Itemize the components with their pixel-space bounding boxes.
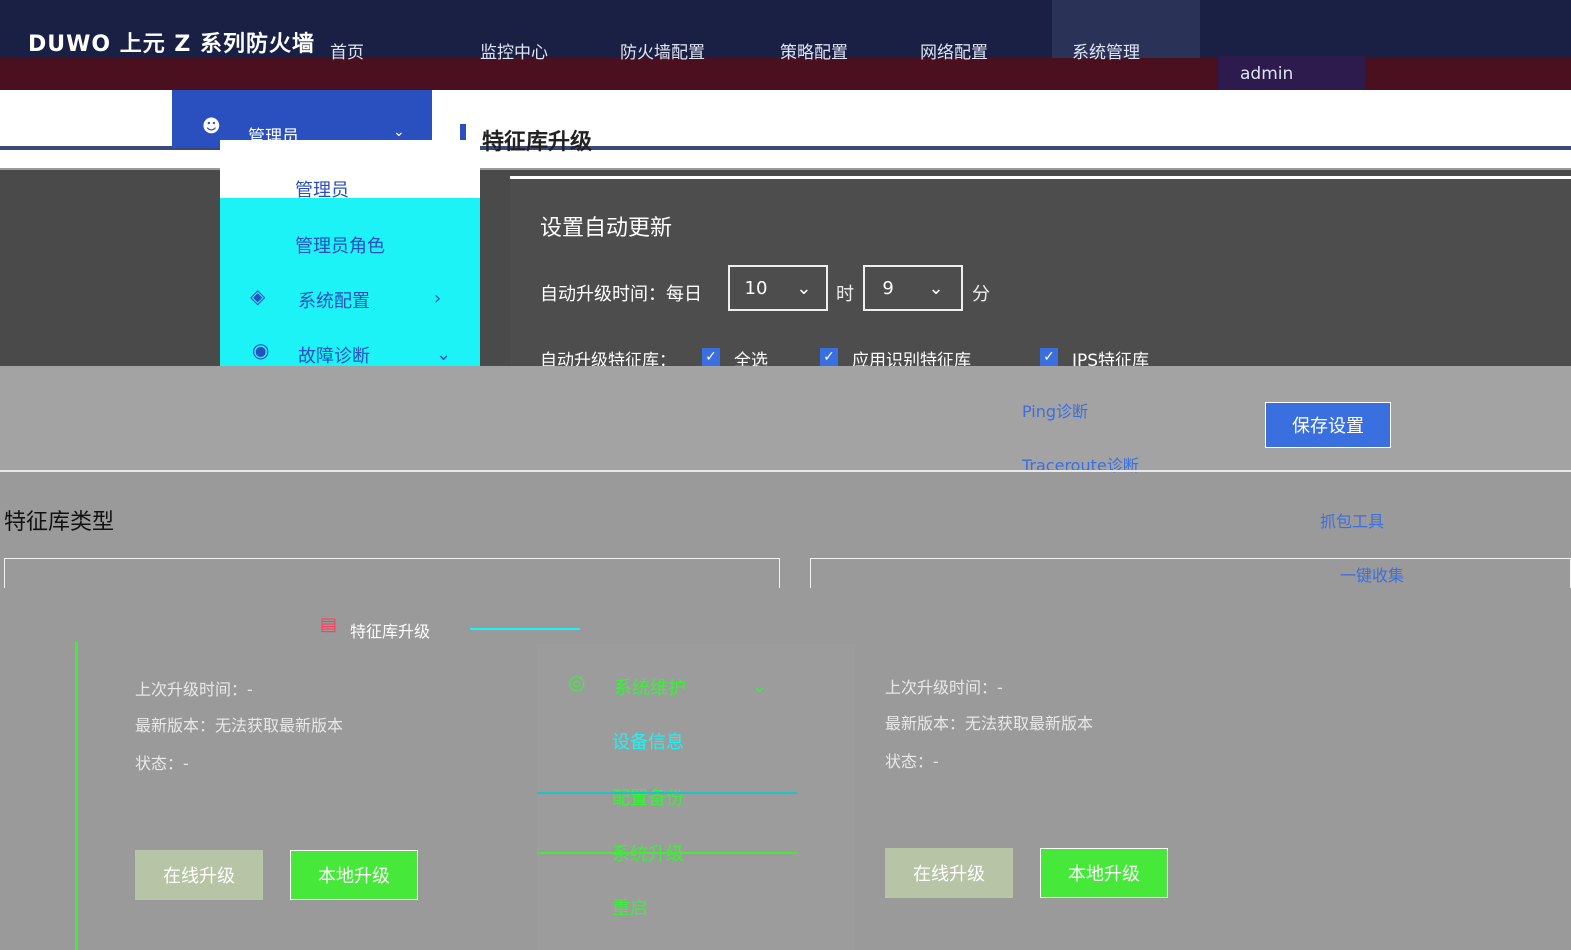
online-upgrade-button[interactable]: 在线升级 (135, 850, 263, 900)
latest-version: 最新版本：无法获取最新版本 (135, 716, 344, 735)
diagnose-icon: ◉ (252, 338, 270, 362)
hour-select[interactable]: 10 ⌄ (728, 265, 828, 311)
card-outline-right (810, 558, 1571, 588)
chevron-down-icon: ⌄ (436, 344, 452, 365)
checkbox-ips-lib[interactable]: ✓ (1040, 348, 1058, 366)
nav-monitor[interactable]: 监控中心 (480, 38, 548, 63)
menu-divider (537, 852, 797, 854)
chevron-right-icon: › (434, 288, 442, 309)
minute-unit: 分 (972, 284, 990, 305)
auto-update-card (510, 176, 1571, 369)
chevron-down-icon: ⌄ (928, 277, 944, 299)
highlight-line (470, 628, 580, 630)
minute-value: 9 (882, 277, 894, 299)
ping-diagnose-link[interactable]: Ping诊断 (1022, 398, 1088, 422)
admin-dropdown-header (220, 140, 480, 198)
diamond-icon: ◈ (250, 284, 266, 308)
menu-device-info[interactable]: 设备信息 (612, 728, 684, 754)
last-upgrade-time: 上次升级时间：- (135, 680, 253, 699)
maintenance-icon: ◎ (568, 670, 586, 694)
brand-logo: DUWO 上元 Z 系列防火墙 (28, 32, 316, 57)
nav-policy[interactable]: 策略配置 (780, 38, 848, 63)
traceroute-link[interactable]: Traceroute诊断 (1022, 452, 1139, 476)
divider (0, 470, 1571, 472)
save-settings-button[interactable]: 保存设置 (1265, 402, 1391, 448)
card-accent (75, 642, 78, 950)
nav-network[interactable]: 网络配置 (920, 38, 988, 63)
card-outline-left (4, 558, 780, 588)
nav-system[interactable]: 系统管理 (1072, 38, 1140, 63)
latest-version: 最新版本：无法获取最新版本 (885, 714, 1094, 733)
upgrade-status: 状态：- (135, 754, 189, 773)
capture-tool-link[interactable]: 抓包工具 (1320, 508, 1384, 532)
auto-update-title: 设置自动更新 (540, 216, 673, 241)
user-icon: ☻ (202, 116, 221, 137)
last-upgrade-time: 上次升级时间：- (885, 678, 1003, 697)
local-upgrade-button[interactable]: 本地升级 (1040, 848, 1168, 898)
dropdown-item-admin-role[interactable]: 管理员角色 (295, 232, 385, 258)
dropdown-item-diagnose[interactable]: 故障诊断 (298, 342, 370, 368)
hour-unit: 时 (836, 284, 854, 305)
menu-config-backup[interactable]: 配置备份 (612, 784, 684, 810)
checkbox-select-all[interactable]: ✓ (702, 348, 720, 366)
minute-select[interactable]: 9 ⌄ (863, 265, 963, 311)
local-upgrade-button[interactable]: 本地升级 (290, 850, 418, 900)
sidebar-item-library-upgrade[interactable]: 特征库升级 (350, 618, 430, 642)
menu-system-maintenance[interactable]: 系统维护 (614, 674, 686, 700)
dropdown-item-system-config[interactable]: 系统配置 (298, 287, 370, 313)
hour-value: 10 (744, 277, 768, 299)
menu-reboot[interactable]: 重启 (612, 894, 648, 920)
library-type-title: 特征库类型 (4, 510, 115, 535)
user-name[interactable]: admin (1240, 64, 1293, 84)
nav-home[interactable]: 首页 (330, 38, 364, 63)
menu-divider (537, 792, 797, 794)
page-title: 特征库升级 (482, 130, 593, 155)
nav-firewall[interactable]: 防火墙配置 (620, 38, 705, 63)
dropdown-item-admin[interactable]: 管理员 (295, 176, 349, 202)
auto-update-time-label: 自动升级时间：每日 (540, 284, 702, 305)
online-upgrade-button[interactable]: 在线升级 (885, 848, 1013, 898)
chevron-down-icon: ⌄ (393, 124, 405, 140)
chevron-down-icon: ⌄ (796, 277, 812, 299)
upgrade-status: 状态：- (885, 752, 939, 771)
library-icon: ▤ (320, 614, 338, 635)
chevron-down-icon: ⌄ (752, 676, 768, 697)
checkbox-app-lib[interactable]: ✓ (820, 348, 838, 366)
